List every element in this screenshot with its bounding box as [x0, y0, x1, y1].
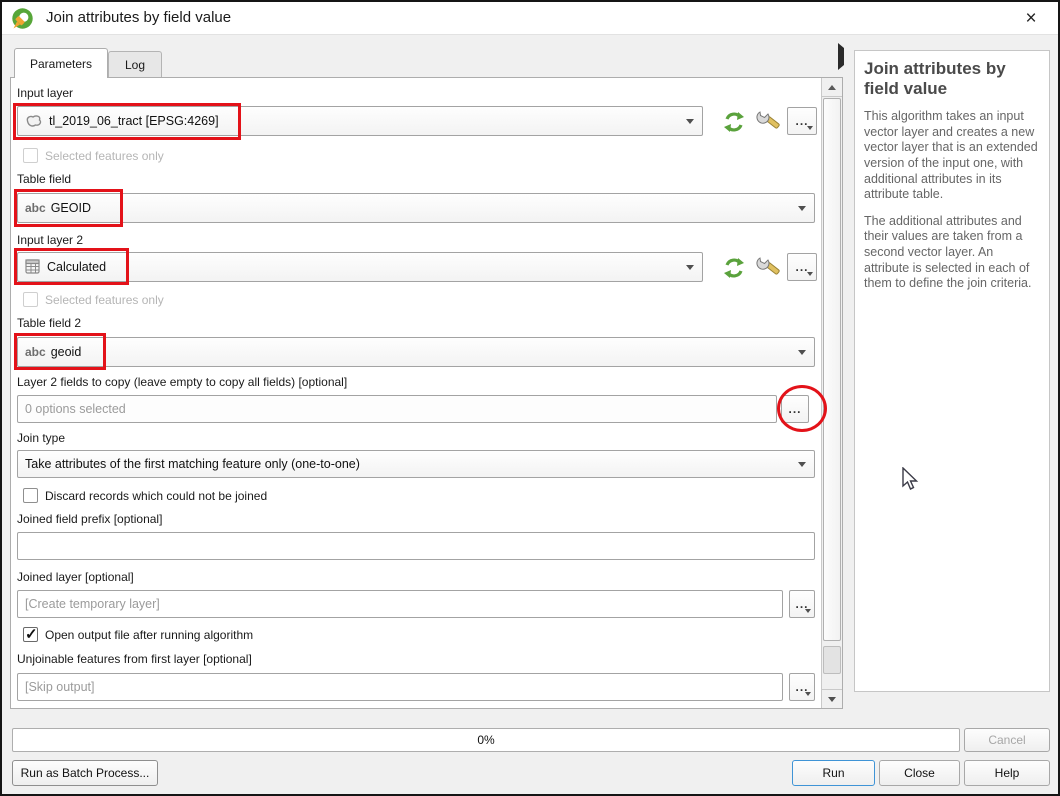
window-title: Join attributes by field value — [46, 9, 231, 26]
advanced-options-wrench-icon-2[interactable] — [756, 255, 782, 286]
joined-field-prefix-input[interactable] — [25, 533, 814, 559]
joined-layer-browse-button[interactable]: ... — [789, 590, 815, 618]
chevron-down-icon[interactable] — [791, 339, 813, 365]
selected-features-only-checkbox-1 — [23, 148, 38, 163]
polygon-layer-icon — [25, 114, 43, 128]
selected-features-only-label-2: Selected features only — [45, 293, 164, 307]
fields-to-copy-field[interactable]: 0 options selected — [17, 395, 777, 423]
join-type-combobox[interactable]: Take attributes of the first matching fe… — [17, 450, 815, 478]
iterate-over-layer-2-icon[interactable] — [721, 255, 747, 286]
join-type-label: Join type — [17, 431, 65, 445]
scrollbar-thumb[interactable] — [823, 98, 841, 641]
table-field-2-label: Table field 2 — [17, 316, 81, 330]
selected-features-only-checkbox-2 — [23, 292, 38, 307]
progress-bar: 0% — [12, 728, 960, 752]
input-layer-2-label: Input layer 2 — [17, 233, 83, 247]
discard-records-checkbox[interactable] — [23, 488, 38, 503]
chevron-down-icon[interactable] — [679, 254, 701, 280]
input-layer-browse-button[interactable]: ... — [787, 107, 817, 135]
chevron-down-icon — [807, 272, 813, 276]
tab-parameters[interactable]: Parameters — [14, 48, 108, 78]
joined-field-prefix-label: Joined field prefix [optional] — [17, 512, 162, 526]
vertical-scrollbar[interactable] — [821, 78, 842, 708]
joined-layer-label: Joined layer [optional] — [17, 570, 134, 584]
help-title: Join attributes by field value — [864, 59, 1040, 99]
join-type-value: Take attributes of the first matching fe… — [25, 457, 360, 471]
input-layer-2-combobox[interactable]: Calculated — [17, 252, 703, 282]
table-field-label: Table field — [17, 172, 71, 186]
chevron-down-icon[interactable] — [791, 195, 813, 221]
qgis-logo-icon — [11, 7, 34, 35]
table-layer-icon — [25, 259, 41, 275]
chevron-down-icon[interactable] — [791, 452, 813, 476]
unjoinable-features-label: Unjoinable features from first layer [op… — [17, 652, 252, 666]
open-output-checkbox[interactable]: ✓ — [23, 627, 38, 642]
string-field-abc-icon: abc — [25, 201, 46, 215]
table-field-combobox[interactable]: abc GEOID — [17, 193, 815, 223]
input-layer-label: Input layer — [17, 86, 73, 100]
discard-records-label: Discard records which could not be joine… — [45, 489, 267, 503]
help-button[interactable]: Help — [964, 760, 1050, 786]
table-field-2-value: geoid — [51, 345, 82, 359]
joined-layer-input-wrap — [17, 590, 783, 618]
run-button[interactable]: Run — [792, 760, 875, 786]
table-field-value: GEOID — [51, 201, 91, 215]
collapse-help-panel-arrow-icon[interactable] — [838, 48, 844, 66]
title-bar: Join attributes by field value × — [2, 2, 1058, 35]
iterate-over-layer-icon[interactable] — [721, 109, 747, 140]
joined-layer-input[interactable] — [25, 591, 782, 617]
scrollbar-groove[interactable] — [823, 646, 841, 674]
selected-features-only-label-1: Selected features only — [45, 149, 164, 163]
unjoinable-features-input[interactable] — [25, 674, 782, 700]
help-panel: Join attributes by field value This algo… — [854, 50, 1050, 692]
fields-to-copy-label: Layer 2 fields to copy (leave empty to c… — [17, 375, 347, 389]
open-output-label: Open output file after running algorithm — [45, 628, 253, 642]
input-layer-combobox[interactable]: tl_2019_06_tract [EPSG:4269] — [17, 106, 703, 136]
string-field-abc-icon: abc — [25, 345, 46, 359]
input-layer-value: tl_2019_06_tract [EPSG:4269] — [49, 114, 219, 128]
unjoinable-features-browse-button[interactable]: ... — [789, 673, 815, 701]
close-window-button[interactable]: × — [1018, 6, 1044, 32]
chevron-down-icon[interactable] — [679, 108, 701, 134]
input-layer-2-value: Calculated — [47, 260, 106, 274]
joined-field-prefix-input-wrap — [17, 532, 815, 560]
triangle-down-icon — [828, 697, 836, 702]
tab-log[interactable]: Log — [108, 51, 162, 78]
scroll-down-button[interactable] — [822, 689, 842, 708]
input-layer-2-browse-button[interactable]: ... — [787, 253, 817, 281]
table-field-2-combobox[interactable]: abc geoid — [17, 337, 815, 367]
scroll-up-button[interactable] — [822, 78, 842, 97]
triangle-up-icon — [828, 85, 836, 90]
help-paragraph: The additional attributes and their valu… — [864, 214, 1040, 292]
run-as-batch-button[interactable]: Run as Batch Process... — [12, 760, 158, 786]
chevron-down-icon — [807, 126, 813, 130]
parameters-form-panel: Input layer tl_2019_06_tract [EPSG:4269] — [10, 77, 843, 709]
checkmark-icon: ✓ — [25, 625, 38, 643]
chevron-down-icon — [805, 692, 811, 696]
join-attributes-dialog: Join attributes by field value × Log Par… — [0, 0, 1060, 796]
fields-to-copy-browse-button[interactable]: ... — [781, 395, 809, 423]
unjoinable-features-input-wrap — [17, 673, 783, 701]
help-paragraph: This algorithm takes an input vector lay… — [864, 109, 1040, 203]
cancel-button: Cancel — [964, 728, 1050, 752]
chevron-down-icon — [805, 609, 811, 613]
advanced-options-wrench-icon[interactable] — [756, 109, 782, 140]
close-button[interactable]: Close — [879, 760, 960, 786]
